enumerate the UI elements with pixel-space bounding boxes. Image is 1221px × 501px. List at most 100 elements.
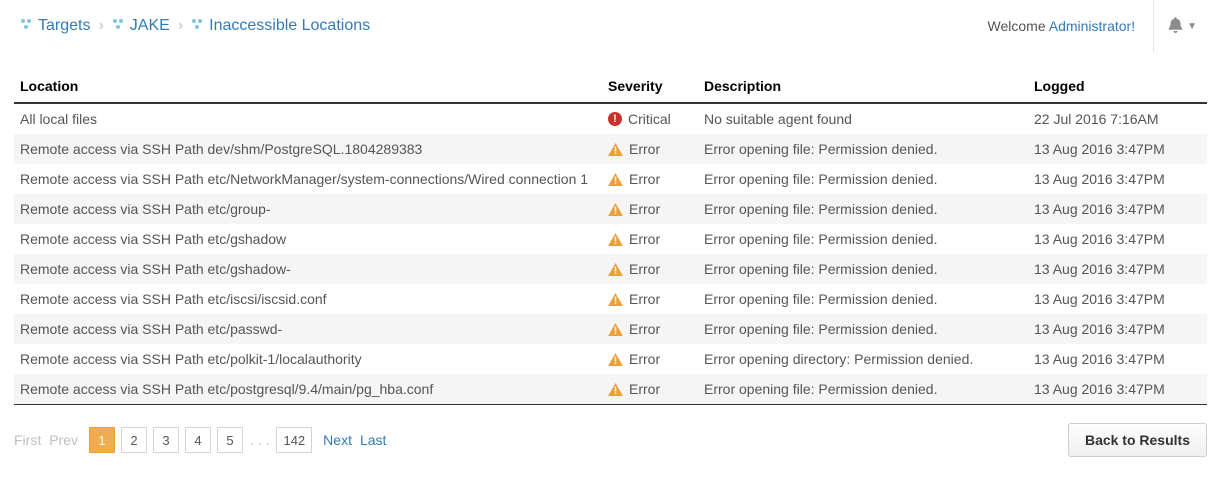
breadcrumb-label: Targets: [38, 17, 90, 35]
cell-description: Error opening file: Permission denied.: [698, 284, 1028, 314]
cell-logged: 22 Jul 2016 7:16AM: [1028, 103, 1207, 134]
pager-first: First: [14, 432, 41, 448]
welcome-prefix: Welcome: [988, 18, 1049, 34]
severity-label: Error: [629, 171, 660, 187]
severity-label: Error: [629, 231, 660, 247]
severity-label: Error: [629, 261, 660, 277]
cell-severity: ! Critical: [602, 103, 698, 134]
breadcrumb-link-jake[interactable]: JAKE: [112, 17, 170, 35]
cell-description: Error opening file: Permission denied.: [698, 134, 1028, 164]
notifications-menu[interactable]: ▼: [1153, 0, 1211, 52]
cell-severity: Error: [602, 194, 698, 224]
cell-description: Error opening file: Permission denied.: [698, 164, 1028, 194]
warning-triangle-icon: [608, 233, 623, 246]
caret-down-icon: ▼: [1187, 21, 1197, 32]
cell-severity: Error: [602, 164, 698, 194]
severity-label: Error: [629, 291, 660, 307]
cell-logged: 13 Aug 2016 3:47PM: [1028, 374, 1207, 405]
pager-page-5[interactable]: 5: [217, 427, 243, 453]
pager-ellipsis: . . .: [250, 432, 269, 448]
pager-page-3[interactable]: 3: [153, 427, 179, 453]
cell-location: Remote access via SSH Path etc/NetworkMa…: [14, 164, 602, 194]
col-header-logged[interactable]: Logged: [1028, 70, 1207, 103]
warning-triangle-icon: [608, 383, 623, 396]
cell-location: Remote access via SSH Path etc/gshadow: [14, 224, 602, 254]
table-row[interactable]: Remote access via SSH Path dev/shm/Postg…: [14, 134, 1207, 164]
warning-triangle-icon: [608, 353, 623, 366]
back-to-results-button[interactable]: Back to Results: [1068, 423, 1207, 457]
content-area: Location Severity Description Logged All…: [0, 70, 1221, 475]
locations-table: Location Severity Description Logged All…: [14, 70, 1207, 405]
breadcrumb: Targets › JAKE › Inaccessible Locations: [20, 17, 988, 35]
severity-label: Error: [629, 381, 660, 397]
pager-last[interactable]: Last: [360, 432, 386, 448]
warning-triangle-icon: [608, 263, 623, 276]
pager-page-1[interactable]: 1: [89, 427, 115, 453]
cell-severity: Error: [602, 344, 698, 374]
severity-label: Error: [629, 321, 660, 337]
cell-description: Error opening directory: Permission deni…: [698, 344, 1028, 374]
cell-location: Remote access via SSH Path dev/shm/Postg…: [14, 134, 602, 164]
critical-icon: !: [608, 112, 622, 126]
cell-severity: Error: [602, 254, 698, 284]
table-row[interactable]: Remote access via SSH Path etc/NetworkMa…: [14, 164, 1207, 194]
breadcrumb-link-inaccessible[interactable]: Inaccessible Locations: [191, 17, 370, 35]
table-row[interactable]: Remote access via SSH Path etc/gshadow- E…: [14, 254, 1207, 284]
cell-location: All local files: [14, 103, 602, 134]
cell-location: Remote access via SSH Path etc/passwd-: [14, 314, 602, 344]
cell-severity: Error: [602, 224, 698, 254]
pager-next[interactable]: Next: [323, 432, 352, 448]
cell-description: Error opening file: Permission denied.: [698, 314, 1028, 344]
target-detail-icon: [191, 17, 203, 35]
warning-triangle-icon: [608, 143, 623, 156]
cell-description: Error opening file: Permission denied.: [698, 254, 1028, 284]
cell-description: Error opening file: Permission denied.: [698, 194, 1028, 224]
warning-triangle-icon: [608, 323, 623, 336]
cell-location: Remote access via SSH Path etc/gshadow-: [14, 254, 602, 284]
cell-description: Error opening file: Permission denied.: [698, 224, 1028, 254]
warning-triangle-icon: [608, 173, 623, 186]
cell-severity: Error: [602, 314, 698, 344]
bell-icon: [1168, 17, 1183, 36]
cell-logged: 13 Aug 2016 3:47PM: [1028, 254, 1207, 284]
breadcrumb-separator: ›: [98, 17, 103, 35]
col-header-description[interactable]: Description: [698, 70, 1028, 103]
breadcrumb-separator: ›: [178, 17, 183, 35]
severity-label: Critical: [628, 111, 671, 127]
cell-location: Remote access via SSH Path etc/group-: [14, 194, 602, 224]
target-icon: [112, 17, 124, 35]
table-row[interactable]: Remote access via SSH Path etc/passwd- Er…: [14, 314, 1207, 344]
table-footer: FirstPrev12345. . .142NextLast Back to R…: [14, 405, 1207, 457]
user-link[interactable]: Administrator!: [1049, 18, 1135, 34]
cell-description: Error opening file: Permission denied.: [698, 374, 1028, 405]
cell-severity: Error: [602, 134, 698, 164]
table-header: Location Severity Description Logged: [14, 70, 1207, 103]
top-bar: Targets › JAKE › Inaccessible Locations …: [0, 0, 1221, 52]
cell-location: Remote access via SSH Path etc/polkit-1/…: [14, 344, 602, 374]
cell-logged: 13 Aug 2016 3:47PM: [1028, 194, 1207, 224]
cell-location: Remote access via SSH Path etc/postgresq…: [14, 374, 602, 405]
cell-logged: 13 Aug 2016 3:47PM: [1028, 344, 1207, 374]
table-row[interactable]: Remote access via SSH Path etc/polkit-1/…: [14, 344, 1207, 374]
breadcrumb-link-targets[interactable]: Targets: [20, 17, 90, 35]
col-header-severity[interactable]: Severity: [602, 70, 698, 103]
cell-location: Remote access via SSH Path etc/iscsi/isc…: [14, 284, 602, 314]
pager-page-2[interactable]: 2: [121, 427, 147, 453]
cell-logged: 13 Aug 2016 3:47PM: [1028, 164, 1207, 194]
table-row[interactable]: Remote access via SSH Path etc/postgresq…: [14, 374, 1207, 405]
pager: FirstPrev12345. . .142NextLast: [14, 427, 386, 453]
table-row[interactable]: Remote access via SSH Path etc/group-Err…: [14, 194, 1207, 224]
target-group-icon: [20, 17, 32, 35]
table-row[interactable]: Remote access via SSH Path etc/gshadow Er…: [14, 224, 1207, 254]
pager-page-142[interactable]: 142: [276, 427, 312, 453]
pager-page-4[interactable]: 4: [185, 427, 211, 453]
severity-label: Error: [629, 351, 660, 367]
cell-logged: 13 Aug 2016 3:47PM: [1028, 224, 1207, 254]
severity-label: Error: [629, 141, 660, 157]
breadcrumb-label: JAKE: [130, 17, 170, 35]
table-row[interactable]: All local files!CriticalNo suitable agen…: [14, 103, 1207, 134]
breadcrumb-label: Inaccessible Locations: [209, 17, 370, 35]
warning-triangle-icon: [608, 293, 623, 306]
col-header-location[interactable]: Location: [14, 70, 602, 103]
table-row[interactable]: Remote access via SSH Path etc/iscsi/isc…: [14, 284, 1207, 314]
